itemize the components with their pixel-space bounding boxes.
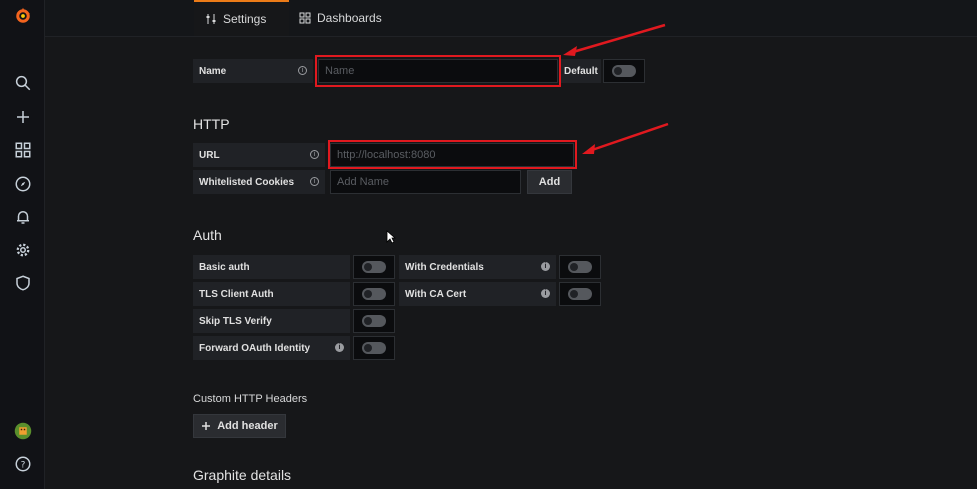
user-avatar-icon[interactable] bbox=[12, 420, 34, 442]
default-toggle[interactable] bbox=[603, 59, 645, 83]
whitelisted-cookies-label: Whitelisted Cookies i bbox=[193, 170, 325, 194]
with-ca-cert-label: With CA Cert i bbox=[399, 282, 556, 306]
name-label: Name i bbox=[193, 59, 313, 83]
tls-client-auth-toggle[interactable] bbox=[353, 282, 395, 306]
grafana-logo-icon[interactable] bbox=[12, 5, 34, 27]
url-label: URL i bbox=[193, 143, 325, 167]
url-input[interactable] bbox=[330, 143, 574, 167]
http-section-title: HTTP bbox=[193, 116, 230, 132]
tab-dashboards[interactable]: Dashboards bbox=[299, 0, 382, 36]
sidebar: ? bbox=[0, 0, 45, 489]
shield-icon[interactable] bbox=[12, 272, 34, 294]
forward-oauth-toggle[interactable] bbox=[353, 336, 395, 360]
tab-settings-label: Settings bbox=[223, 12, 267, 26]
explore-compass-icon[interactable] bbox=[12, 173, 34, 195]
dashboards-icon bbox=[299, 12, 311, 24]
skip-tls-verify-label: Skip TLS Verify bbox=[193, 309, 350, 333]
info-icon[interactable]: i bbox=[541, 262, 550, 271]
with-credentials-toggle[interactable] bbox=[559, 255, 601, 279]
dashboards-grid-icon[interactable] bbox=[12, 139, 34, 161]
svg-text:?: ? bbox=[21, 460, 26, 470]
info-icon[interactable]: i bbox=[310, 177, 319, 186]
forward-oauth-label: Forward OAuth Identity i bbox=[193, 336, 350, 360]
sliders-icon bbox=[206, 14, 216, 24]
basic-auth-toggle[interactable] bbox=[353, 255, 395, 279]
with-credentials-label: With Credentials i bbox=[399, 255, 556, 279]
info-icon[interactable]: i bbox=[541, 289, 550, 298]
search-icon[interactable] bbox=[12, 72, 34, 94]
default-label: Default bbox=[561, 59, 601, 83]
custom-headers-title: Custom HTTP Headers bbox=[193, 393, 308, 405]
tab-bar: Settings Dashboards bbox=[45, 0, 977, 37]
with-ca-cert-toggle[interactable] bbox=[559, 282, 601, 306]
auth-section-title: Auth bbox=[193, 227, 222, 243]
info-icon[interactable]: i bbox=[310, 150, 319, 159]
tls-client-auth-label: TLS Client Auth bbox=[193, 282, 350, 306]
alerting-bell-icon[interactable] bbox=[12, 206, 34, 228]
help-icon[interactable]: ? bbox=[12, 453, 34, 475]
cookies-input[interactable] bbox=[330, 170, 521, 194]
plus-icon bbox=[202, 422, 211, 430]
info-icon[interactable]: i bbox=[335, 343, 344, 352]
basic-auth-label: Basic auth bbox=[193, 255, 350, 279]
annotation-arrow-icon bbox=[582, 122, 669, 154]
mouse-cursor-icon bbox=[386, 230, 396, 244]
plus-icon[interactable] bbox=[12, 106, 34, 128]
graphite-section-title: Graphite details bbox=[193, 467, 292, 483]
tab-settings[interactable]: Settings bbox=[194, 0, 289, 36]
configuration-gear-icon[interactable] bbox=[12, 239, 34, 261]
name-input[interactable] bbox=[318, 59, 558, 83]
tab-dashboards-label: Dashboards bbox=[317, 11, 382, 25]
add-header-button[interactable]: Add header bbox=[193, 414, 286, 438]
skip-tls-verify-toggle[interactable] bbox=[353, 309, 395, 333]
add-cookie-button[interactable]: Add bbox=[527, 170, 572, 194]
info-icon[interactable]: i bbox=[298, 66, 307, 75]
